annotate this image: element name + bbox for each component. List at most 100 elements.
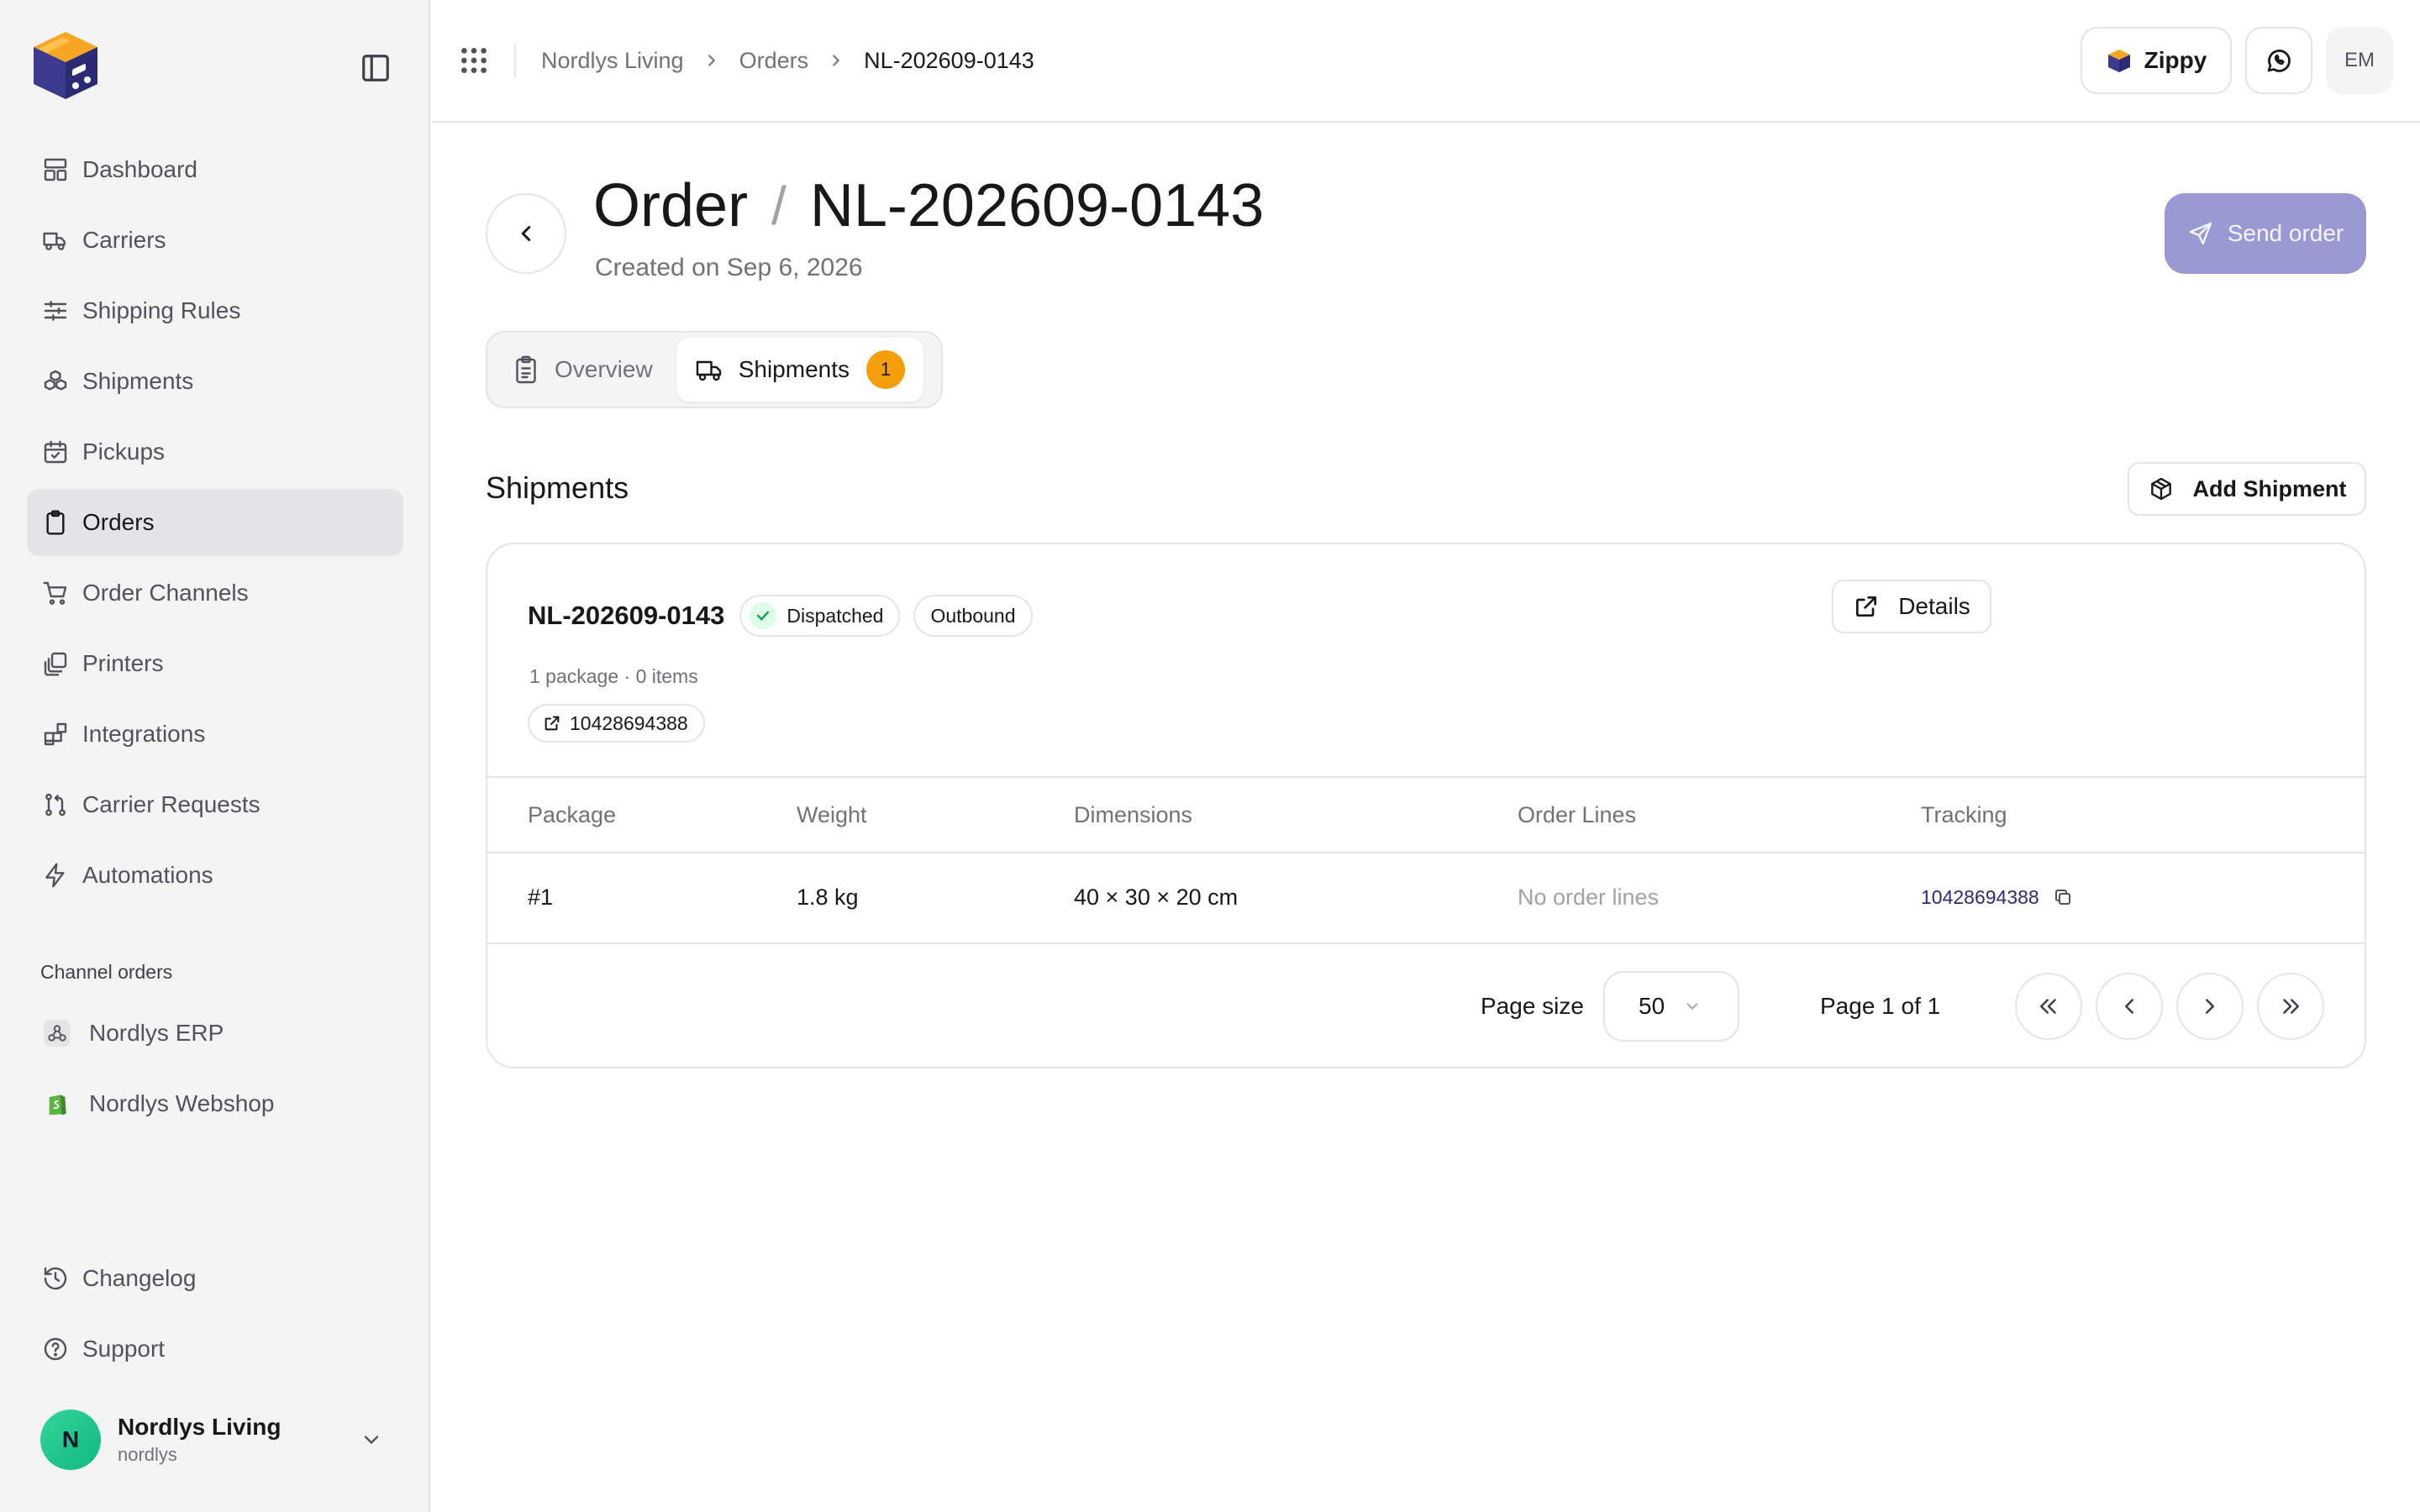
table-row: #1 1.8 kg 40 × 30 × 20 cm No order lines…	[487, 852, 2365, 941]
webhook-icon	[44, 1020, 71, 1047]
prev-page-button[interactable]	[2096, 973, 2163, 1040]
sidebar-item-orders[interactable]: Orders	[27, 489, 403, 556]
breadcrumb-item-orders[interactable]: Orders	[739, 48, 809, 74]
page-title-order-id: NL-202609-0143	[809, 172, 1265, 239]
sidebar-item-label: Integrations	[82, 721, 206, 747]
add-shipment-button[interactable]: Add Shipment	[2128, 462, 2366, 516]
back-button[interactable]	[486, 193, 566, 274]
chevron-right-icon	[827, 51, 845, 70]
sidebar-item-label: Carrier Requests	[82, 791, 260, 817]
tab-label: Overview	[555, 356, 653, 382]
shipment-meta: 1 package · 0 items	[529, 665, 698, 687]
app-logo[interactable]	[27, 27, 104, 104]
boxes-icon	[42, 368, 69, 395]
account-name: Nordlys Living	[118, 1414, 281, 1440]
sidebar-item-printers[interactable]: Printers	[27, 630, 403, 697]
tracking-link-chip[interactable]: 10428694388	[528, 704, 705, 743]
help-circle-icon	[42, 1336, 69, 1362]
send-icon	[2187, 220, 2214, 247]
page-title: Order / NL-202609-0143	[593, 171, 1264, 240]
cell-package: #1	[528, 884, 554, 910]
sidebar-item-label: Automations	[82, 862, 213, 888]
tracking-link[interactable]: 10428694388	[1921, 886, 2365, 909]
page-size-label: Page size	[1481, 993, 1584, 1019]
next-page-button[interactable]	[2176, 973, 2244, 1040]
column-header: Dimensions	[1074, 801, 1193, 827]
sidebar-item-automations[interactable]: Automations	[27, 842, 403, 909]
tracking-number: 10428694388	[1921, 885, 2039, 908]
channel-orders-label: Channel orders	[40, 961, 173, 983]
sidebar-item-label: Orders	[82, 509, 155, 535]
sidebar-toggle-icon[interactable]	[360, 52, 392, 84]
apps-grid-icon[interactable]	[457, 44, 491, 77]
sidebar-item-pickups[interactable]: Pickups	[27, 418, 403, 486]
channel-item-label: Nordlys Webshop	[89, 1090, 275, 1116]
clipboard-list-icon	[511, 354, 541, 385]
created-date: Created on Sep 6, 2026	[595, 254, 863, 281]
sidebar-item-order-channels[interactable]: Order Channels	[27, 559, 403, 627]
page-indicator: Page 1 of 1	[1820, 993, 1941, 1019]
column-header: Tracking	[1921, 801, 2007, 827]
count-badge: 1	[866, 350, 905, 389]
first-page-button[interactable]	[2015, 973, 2082, 1040]
calendar-check-icon	[42, 438, 69, 465]
lightning-icon	[42, 862, 69, 889]
chevron-down-icon	[360, 1428, 383, 1452]
sidebar-item-carrier-requests[interactable]: Carrier Requests	[27, 771, 403, 838]
message-circle-icon	[2264, 45, 2294, 76]
git-pull-request-icon	[42, 791, 69, 818]
zippy-logo-icon	[2106, 47, 2133, 74]
breadcrumb-item-account[interactable]: Nordlys Living	[541, 48, 684, 74]
sidebar-item-support[interactable]: Support	[27, 1315, 403, 1383]
sidebar-item-label: Dashboard	[82, 156, 197, 182]
sidebar-item-carriers[interactable]: Carriers	[27, 207, 403, 274]
tab-overview[interactable]: Overview	[492, 338, 671, 402]
package-icon	[2148, 475, 2175, 502]
tab-shipments[interactable]: Shipments 1	[676, 338, 923, 402]
avatar: N	[40, 1410, 101, 1470]
send-order-button[interactable]: Send order	[2165, 193, 2366, 274]
sidebar-item-label: Pickups	[82, 438, 166, 465]
carrier-switch-label: Zippy	[2144, 47, 2207, 73]
add-shipment-label: Add Shipment	[2192, 475, 2347, 501]
sidebar-item-integrations[interactable]: Integrations	[27, 701, 403, 768]
cell-tracking: 10428694388	[1921, 886, 2365, 909]
packages-table: Package Weight Dimensions Order Lines Tr…	[487, 776, 2365, 941]
dashboard-icon	[42, 156, 69, 183]
history-icon	[42, 1265, 69, 1292]
shopify-icon	[44, 1090, 71, 1117]
last-page-button[interactable]	[2257, 973, 2324, 1040]
channel-item-nordlys-erp[interactable]: Nordlys ERP	[27, 1000, 403, 1067]
chat-button[interactable]	[2245, 27, 2312, 94]
page-size-select[interactable]: 50	[1603, 971, 1739, 1042]
chevrons-left-icon	[2036, 994, 2061, 1019]
column-header: Package	[528, 801, 617, 827]
channel-item-nordlys-webshop[interactable]: Nordlys Webshop	[27, 1070, 403, 1137]
pagination: Page size 50 Page 1 of 1	[487, 942, 2365, 1067]
shipment-header: NL-202609-0143 Dispatched Outbound	[528, 595, 1033, 637]
shipment-card: NL-202609-0143 Dispatched Outbound Detai…	[486, 543, 2366, 1068]
order-tabs: Overview Shipments 1	[486, 331, 943, 408]
sidebar-item-changelog[interactable]: Changelog	[27, 1245, 403, 1312]
sidebar-item-shipments[interactable]: Shipments	[27, 348, 403, 415]
truck-icon	[42, 227, 69, 254]
details-label: Details	[1898, 593, 1970, 619]
cell-weight: 1.8 kg	[797, 884, 859, 910]
channel-list: Nordlys ERP Nordlys Webshop	[27, 1000, 403, 1141]
copy-icon[interactable]	[2053, 887, 2073, 907]
sidebar-item-shipping-rules[interactable]: Shipping Rules	[27, 277, 403, 344]
carrier-switch-button[interactable]: Zippy	[2081, 27, 2232, 94]
section-title: Shipments	[486, 470, 629, 505]
cell-dimensions: 40 × 30 × 20 cm	[1074, 884, 1239, 910]
account-text: Nordlys Living nordlys	[118, 1414, 343, 1466]
details-button[interactable]: Details	[1832, 580, 1991, 633]
divider	[514, 44, 516, 77]
tab-label: Shipments	[738, 356, 850, 382]
shipment-id: NL-202609-0143	[528, 601, 725, 630]
sidebar-item-dashboard[interactable]: Dashboard	[27, 136, 403, 203]
page-title-prefix: Order	[593, 172, 749, 239]
user-avatar-button[interactable]: EM	[2326, 27, 2393, 94]
clipboard-icon	[42, 509, 69, 536]
external-link-icon	[1853, 593, 1880, 620]
account-switcher[interactable]: N Nordlys Living nordlys	[27, 1399, 403, 1480]
